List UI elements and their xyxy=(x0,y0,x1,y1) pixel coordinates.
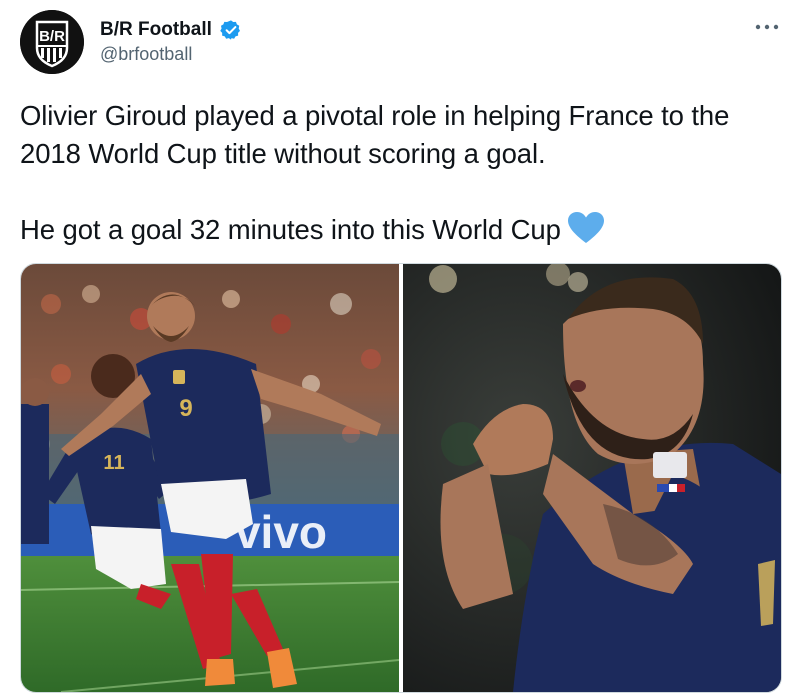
tweet-text: Olivier Giroud played a pivotal role in … xyxy=(20,97,790,249)
avatar[interactable]: B/R xyxy=(20,10,84,74)
tweet-media[interactable]: vivo 11 9 xyxy=(20,263,782,693)
tweet-paragraph-2-text: He got a goal 32 minutes into this World… xyxy=(20,214,561,245)
author-names: B/R Football @brfootball xyxy=(100,18,242,65)
photo-celebration[interactable]: vivo 11 9 xyxy=(21,264,399,692)
tweet-paragraph-2: He got a goal 32 minutes into this World… xyxy=(20,211,790,249)
shirt-number-11: 11 xyxy=(103,452,124,474)
celebration-image: vivo 11 9 xyxy=(21,264,399,692)
handle[interactable]: @brfootball xyxy=(100,44,242,65)
br-logo-icon: B/R xyxy=(20,10,84,74)
blue-heart-icon xyxy=(567,212,604,243)
avatar-lettering: B/R xyxy=(39,28,65,45)
tweet-header: B/R B/R Football @brfootball xyxy=(20,10,780,80)
display-name[interactable]: B/R Football xyxy=(100,18,212,42)
more-options-icon[interactable] xyxy=(754,20,780,34)
verified-badge-icon xyxy=(220,20,241,40)
shirt-number-9: 9 xyxy=(179,395,192,422)
heart-gesture-image xyxy=(403,264,781,692)
photo-heart-gesture[interactable] xyxy=(403,264,781,692)
tweet-paragraph-1: Olivier Giroud played a pivotal role in … xyxy=(20,100,730,169)
